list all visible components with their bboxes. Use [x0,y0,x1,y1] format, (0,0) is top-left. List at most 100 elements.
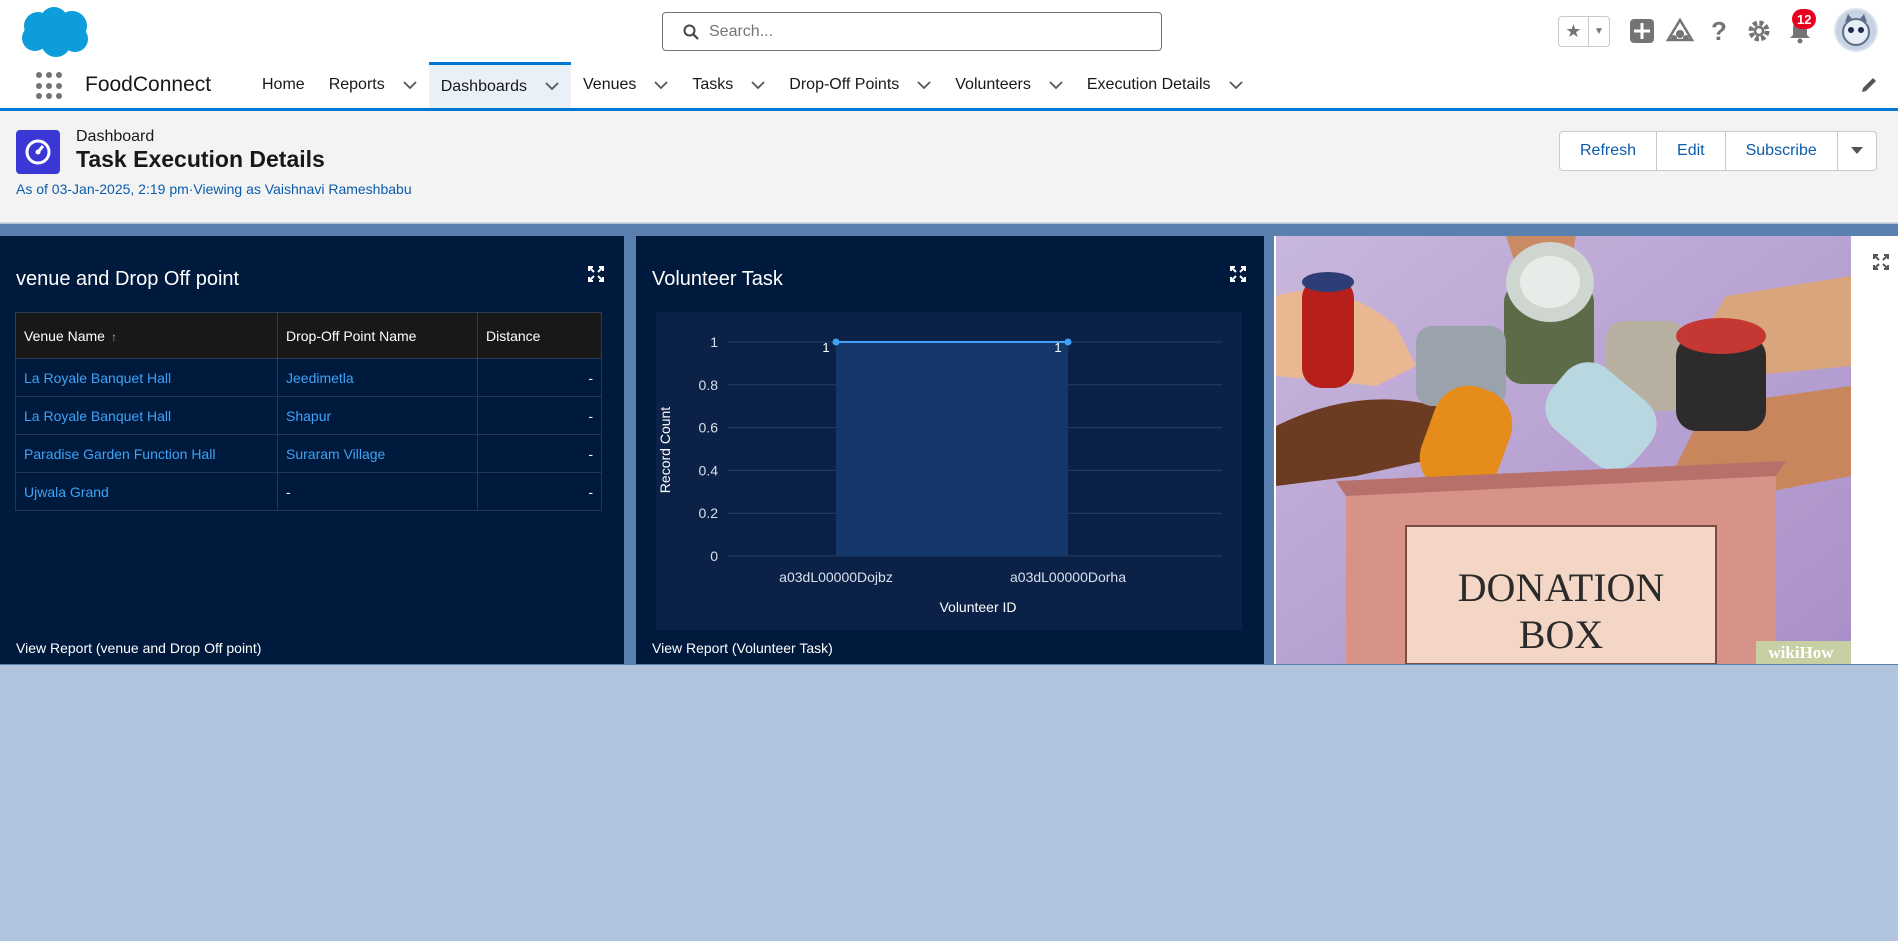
donation-box-text-line2: BOX [1519,612,1604,657]
dropoff-name-link[interactable]: Jeedimetla [277,358,478,397]
subscribe-button[interactable]: Subscribe [1726,132,1838,170]
search-placeholder: Search... [709,22,774,40]
nav-item-execution-details[interactable]: Execution Details [1075,62,1255,108]
nav-item-label: Reports [328,76,385,93]
edit-nav-pencil-icon[interactable] [1860,76,1878,94]
salesforce-logo-icon[interactable] [18,6,92,58]
refresh-button[interactable]: Refresh [1560,132,1658,170]
table-row: La Royale Banquet Hall Shapur - [15,396,602,435]
nav-item-label: Execution Details [1086,76,1211,93]
widget-title: venue and Drop Off point [16,268,240,290]
venue-dropoff-widget: venue and Drop Off point Venue Name ↑ Dro… [0,236,624,664]
dashboard-canvas: venue and Drop Off point Venue Name ↑ Dro… [0,224,1898,941]
trailhead-icon[interactable] [1665,16,1695,46]
chevron-down-icon[interactable] [545,80,559,94]
x-tick-label: a03dL00000Dojbz [779,569,893,585]
x-axis-title: Volunteer ID [939,599,1016,615]
dropoff-name-cell: - [277,472,478,511]
venue-dropoff-table: Venue Name ↑ Drop-Off Point Name Distance… [15,312,602,511]
y-tick-label: 0 [710,548,718,564]
global-header: Search... ★ ▼ ? 12 [0,0,1898,62]
widget-title: Volunteer Task [652,268,783,290]
expand-icon[interactable] [588,266,604,282]
venue-name-link[interactable]: La Royale Banquet Hall [15,396,278,435]
y-tick-label: 1 [710,334,718,350]
image-widget: DONATION BOX wikiHow [1274,236,1898,664]
nav-item-drop-off-points[interactable]: Drop-Off Points [777,62,943,108]
dropoff-name-link[interactable]: Suraram Village [277,434,478,473]
data-point[interactable] [1064,338,1072,346]
nav-item-tasks[interactable]: Tasks [680,62,777,108]
wikihow-watermark: wikiHow [1768,643,1834,662]
nav-item-label: Dashboards [440,77,527,95]
help-icon[interactable]: ? [1704,16,1734,46]
user-avatar[interactable] [1834,8,1878,52]
nav-item-label: Venues [583,76,637,93]
venue-name-link[interactable]: La Royale Banquet Hall [15,358,278,397]
nav-item-volunteers[interactable]: Volunteers [943,62,1075,108]
distance-cell: - [477,434,602,473]
more-actions-button[interactable] [1838,132,1876,170]
y-tick-label: 0.6 [699,420,719,436]
nav-item-dashboards[interactable]: Dashboards [428,62,571,108]
favorites-menu-chevron-icon[interactable]: ▼ [1589,17,1609,46]
donation-box-image: DONATION BOX wikiHow [1276,236,1851,664]
dashboard-eyebrow: Dashboard [76,128,155,145]
sort-ascending-icon: ↑ [110,329,117,344]
chevron-down-icon[interactable] [654,78,669,92]
column-header-distance[interactable]: Distance [477,312,602,359]
chevron-down-icon[interactable] [751,78,765,92]
dropoff-name-link[interactable]: Shapur [277,396,478,435]
column-header-venue[interactable]: Venue Name ↑ [15,312,278,359]
nav-item-reports[interactable]: Reports [317,62,429,108]
distance-cell: - [477,396,602,435]
distance-cell: - [477,358,602,397]
dashboard-meta-text: As of 03-Jan-2025, 2:19 pm·Viewing as Va… [16,181,412,197]
nav-item-label: Home [262,76,305,93]
table-row: Ujwala Grand - - [15,472,602,511]
table-row: Paradise Garden Function Hall Suraram Vil… [15,434,602,473]
app-name: FoodConnect [85,73,212,96]
y-axis-title: Record Count [657,407,673,493]
nav-item-label: Volunteers [955,76,1031,93]
venue-name-link[interactable]: Ujwala Grand [15,472,278,511]
favorites-button-group: ★ ▼ [1558,16,1610,47]
chevron-down-icon [1850,147,1863,154]
dashboard-title: Task Execution Details [76,146,325,172]
data-label: 1 [822,340,829,355]
dashboard-action-buttons: Refresh Edit Subscribe [1559,131,1877,171]
dashboard-header: Dashboard Task Execution Details As of 0… [0,111,1898,223]
favorites-star-icon[interactable]: ★ [1559,17,1589,46]
data-point[interactable] [832,338,840,346]
donation-box-text-line1: DONATION [1458,565,1665,610]
nav-item-home[interactable]: Home [250,62,317,108]
distance-cell: - [477,472,602,511]
setup-gear-icon[interactable] [1744,16,1774,46]
expand-icon[interactable] [1230,266,1246,282]
volunteer-task-widget: Volunteer Task 0 0.2 0.4 0.6 0.8 1 1 1 a03dL0000… [636,236,1264,664]
edit-button[interactable]: Edit [1657,132,1726,170]
notification-count-badge: 12 [1792,9,1817,29]
venue-name-link[interactable]: Paradise Garden Function Hall [15,434,278,473]
series-area [836,342,1068,556]
nav-item-venues[interactable]: Venues [571,62,680,108]
data-label: 1 [1054,340,1061,355]
chevron-down-icon[interactable] [1049,78,1063,92]
column-header-dropoff[interactable]: Drop-Off Point Name [277,312,478,359]
global-search-input[interactable]: Search... [662,12,1162,51]
app-launcher-icon[interactable] [36,72,64,100]
nav-items: Home Reports Dashboards Venues Tasks Drop-Off… [250,62,1255,108]
app-nav-bar: FoodConnect Home Reports Dashboards Venues T… [0,62,1898,111]
y-tick-label: 0.4 [699,462,719,478]
view-report-link[interactable]: View Report (Volunteer Task) [652,640,833,656]
chevron-down-icon[interactable] [1228,78,1243,92]
global-actions-plus-icon[interactable] [1627,16,1657,46]
chevron-down-icon[interactable] [917,78,931,92]
search-icon [683,24,699,40]
nav-item-label: Tasks [692,76,734,93]
chevron-down-icon[interactable] [403,78,417,92]
expand-icon[interactable] [1873,254,1889,270]
table-row: La Royale Banquet Hall Jeedimetla - [15,358,602,397]
x-tick-label: a03dL00000Dorha [1010,569,1126,585]
view-report-link[interactable]: View Report (venue and Drop Off point) [16,640,261,656]
